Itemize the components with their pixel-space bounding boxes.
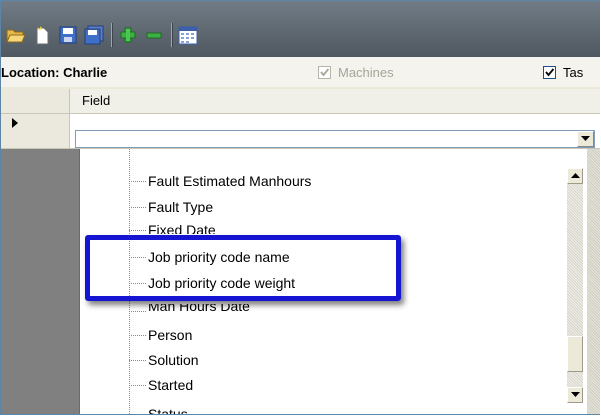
dropdown-item[interactable]: Person [129, 326, 192, 344]
row-header-corner [1, 89, 70, 113]
dropdown-item[interactable]: Solution [129, 351, 199, 369]
dropdown-item[interactable]: Status [129, 406, 188, 414]
chevron-down-icon [581, 136, 590, 141]
window-frame: Location: Charlie Machines Tas Field Fau… [0, 0, 600, 415]
grid-header: Field [1, 89, 600, 114]
dropdown-item[interactable]: Fixed Date [129, 222, 216, 234]
open-folder-icon[interactable] [5, 24, 27, 46]
grid-row [1, 114, 600, 149]
field-combo[interactable] [75, 130, 595, 148]
location-label: Location: Charlie [1, 65, 108, 80]
calendar-icon[interactable] [177, 24, 199, 46]
scroll-thumb[interactable] [567, 336, 583, 372]
highlight-box [85, 235, 401, 301]
tasks-checkbox[interactable] [543, 66, 556, 79]
dropdown-item[interactable]: Man Hours Date [129, 304, 250, 314]
chevron-up-icon [570, 173, 580, 178]
grid-empty-area [1, 149, 79, 414]
add-icon[interactable] [117, 24, 139, 46]
dropdown-item[interactable]: Fault Type [129, 198, 213, 216]
row-indicator [1, 114, 70, 148]
tasks-checkbox-label: Tas [563, 65, 584, 80]
current-row-arrow-icon [12, 118, 18, 128]
new-document-icon[interactable] [31, 24, 53, 46]
field-column-header[interactable]: Field [82, 93, 110, 108]
save-icon[interactable] [57, 24, 79, 46]
machines-checkbox-label: Machines [338, 65, 394, 80]
machines-checkbox[interactable] [318, 66, 331, 79]
dropdown-scrollbar[interactable] [567, 168, 583, 403]
remove-icon[interactable] [143, 24, 165, 46]
grid-scrollbar[interactable] [587, 149, 600, 414]
dropdown-item[interactable]: Started [129, 376, 193, 394]
scroll-up-button[interactable] [567, 168, 583, 184]
location-bar: Location: Charlie Machines Tas [1, 57, 600, 87]
toolbar [1, 1, 600, 57]
scroll-down-button[interactable] [567, 387, 583, 403]
combo-dropdown-button[interactable] [577, 131, 594, 147]
dropdown-item[interactable]: Fault Estimated Manhours [129, 172, 311, 190]
save-all-icon[interactable] [83, 24, 105, 46]
chevron-down-icon [570, 392, 580, 397]
